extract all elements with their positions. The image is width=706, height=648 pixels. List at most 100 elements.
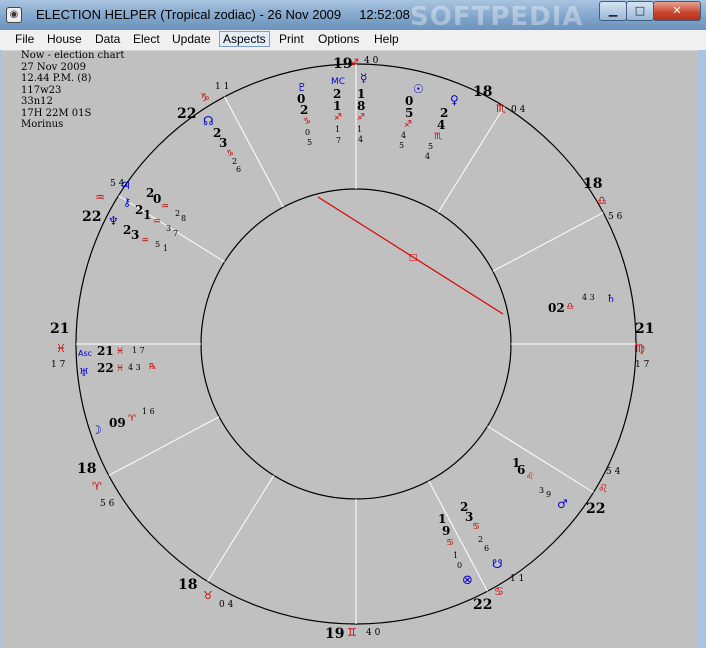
- virgo-icon: ♍: [635, 342, 645, 355]
- planet-degree: 02: [548, 301, 565, 315]
- gemini-icon: ♊: [347, 626, 357, 639]
- sagittarius-icon: ♐: [357, 113, 365, 123]
- cusp-degree: 22: [177, 106, 196, 122]
- planet-min-ones: 0: [457, 561, 462, 570]
- cusp-house-9[interactable]: 18 ♏ 0 4: [473, 84, 526, 115]
- cusp-house-3[interactable]: 18 ♉ 0 4: [178, 577, 234, 610]
- planet-moon[interactable]: ☽ 09 ♈ 1 6: [91, 407, 155, 437]
- cusp-minutes: 5 6: [608, 212, 623, 222]
- planet-degree-ones: 3: [219, 136, 227, 150]
- planet-south-node[interactable]: 2 3 ♋ 2 6 ☋: [460, 500, 503, 571]
- planet-north-node[interactable]: ☊ 2 3 ♑ 2 6: [203, 114, 241, 174]
- planet-degree: 22: [97, 361, 114, 375]
- planet-uranus[interactable]: ♅ 22 ♓ 4 3 ℞: [79, 361, 156, 379]
- taurus-icon: ♉: [203, 589, 213, 602]
- planet-minutes: 4 3: [128, 363, 141, 372]
- cusp-house-8[interactable]: 18 ♎ 5 6: [583, 176, 623, 222]
- chart-wheel[interactable]: □ 19 ♐ 4 0 19 ♊ 4 0 21 ♓ 1 7 21 ♍ 1 7 22…: [0, 0, 706, 648]
- cusp-degree: 18: [473, 84, 492, 100]
- pisces-icon: ♓: [116, 347, 124, 357]
- planet-degree-ones: 5: [405, 106, 413, 120]
- planet-min-tens: 3: [166, 224, 171, 233]
- planet-midheaven[interactable]: MC 2 1 ♐ 1 7: [331, 77, 345, 145]
- cusp-degree: 22: [82, 209, 101, 225]
- planet-saturn[interactable]: 02 ♎ 4 3 ♄: [548, 292, 616, 315]
- cusp-degree: 21: [635, 321, 654, 337]
- cusp-house-7[interactable]: 21 ♍ 1 7: [635, 321, 654, 370]
- planet-min-tens: 4: [401, 131, 406, 140]
- aries-icon: ♈: [92, 480, 102, 493]
- cusp-minutes: 5 4: [606, 467, 621, 477]
- square-aspect-icon: □: [409, 253, 418, 263]
- inner-circle: [200, 188, 512, 500]
- libra-icon: ♎: [566, 302, 574, 312]
- house-cusp-line-2: [492, 212, 604, 272]
- cusp-house-1[interactable]: 21 ♓ 1 7: [50, 321, 69, 370]
- cusp-minutes: 4 0: [366, 628, 381, 638]
- planet-degree-ones: 4: [437, 118, 445, 132]
- libra-icon: ♎: [597, 194, 607, 207]
- chiron-icon: ⚷: [123, 196, 131, 209]
- house-cusp-line-9: [207, 475, 275, 582]
- part-of-fortune-icon: ⊗: [462, 573, 473, 588]
- planet-min-ones: 4: [425, 152, 430, 161]
- capricorn-icon: ♑: [303, 117, 311, 127]
- planet-degree-ones: 1: [333, 99, 341, 113]
- leo-icon: ♌: [526, 472, 534, 482]
- planet-min-tens: 5: [155, 240, 160, 249]
- planet-sun[interactable]: ☉ 0 5 ♐ 4 5: [399, 82, 424, 150]
- planet-mars[interactable]: 1 6 ♌ 3 9 ♂: [512, 456, 568, 511]
- planet-min-tens: 1: [357, 125, 362, 134]
- planet-pluto[interactable]: ♇ 0 2 ♑ 0 5: [297, 81, 312, 147]
- planet-degree-ones: 6: [517, 463, 525, 477]
- cusp-minutes: 1 1: [510, 574, 524, 584]
- aquarius-icon: ♒: [141, 236, 149, 246]
- planet-min-ones: 7: [336, 136, 341, 145]
- planet-degree-ones: 1: [143, 208, 151, 222]
- planet-degree: 09: [109, 416, 126, 430]
- cusp-degree: 18: [583, 176, 602, 192]
- planet-degree-ones: 8: [357, 99, 365, 113]
- planet-minutes: 4 3: [582, 293, 595, 302]
- cusp-house-2[interactable]: 18 ♈ 5 6: [77, 461, 115, 509]
- aquarius-icon: ♒: [153, 217, 161, 227]
- planet-min-ones: 5: [307, 138, 312, 147]
- leo-icon: ♌: [598, 482, 608, 495]
- planet-venus[interactable]: ♀ 2 4 ♏ 5 4: [425, 93, 459, 161]
- cusp-minutes: 5 6: [100, 499, 115, 509]
- jupiter-icon: ♃: [120, 178, 131, 192]
- sagittarius-icon: ♐: [404, 120, 412, 130]
- planet-degree-ones: 9: [442, 524, 450, 538]
- aquarius-icon: ♒: [161, 202, 169, 212]
- aspect-lines: □: [317, 196, 504, 315]
- mc-label: MC: [331, 77, 345, 87]
- cusp-house-5[interactable]: 22 ♋ 1 1: [473, 574, 524, 613]
- neptune-icon: ♆: [108, 214, 119, 228]
- cusp-house-4[interactable]: 19 ♊ 4 0: [325, 626, 381, 642]
- cusp-degree: 22: [473, 597, 492, 613]
- planet-min-tens: 3: [539, 486, 544, 495]
- asc-label: Asc: [78, 349, 92, 358]
- capricorn-icon: ♑: [200, 91, 210, 104]
- aries-icon: ♈: [128, 414, 137, 424]
- retrograde-icon: ℞: [149, 362, 156, 371]
- cusp-degree: 18: [77, 461, 96, 477]
- cusp-degree: 18: [178, 577, 197, 593]
- cusp-minutes: 0 4: [511, 105, 526, 115]
- house-cusp-line-12: [487, 425, 594, 493]
- planet-min-ones: 4: [358, 135, 363, 144]
- planet-min-ones: 9: [546, 490, 551, 499]
- saturn-icon: ♄: [606, 292, 616, 305]
- planet-min-ones: 6: [236, 165, 241, 174]
- planet-min-tens: 2: [175, 209, 180, 218]
- planet-min-tens: 1: [453, 551, 458, 560]
- planet-ascendant[interactable]: Asc 21 ♓ 1 7: [78, 344, 145, 358]
- scorpio-icon: ♏: [496, 102, 506, 115]
- planet-degree-ones: 3: [131, 228, 139, 242]
- sun-icon: ☉: [413, 82, 424, 96]
- cusp-minutes: 1 7: [635, 360, 650, 370]
- aquarius-icon: ♒: [95, 191, 105, 204]
- uranus-icon: ♅: [79, 366, 89, 379]
- planet-mercury[interactable]: ☿ 1 8 ♐ 1 4: [357, 71, 367, 144]
- planet-min-ones: 6: [484, 544, 489, 553]
